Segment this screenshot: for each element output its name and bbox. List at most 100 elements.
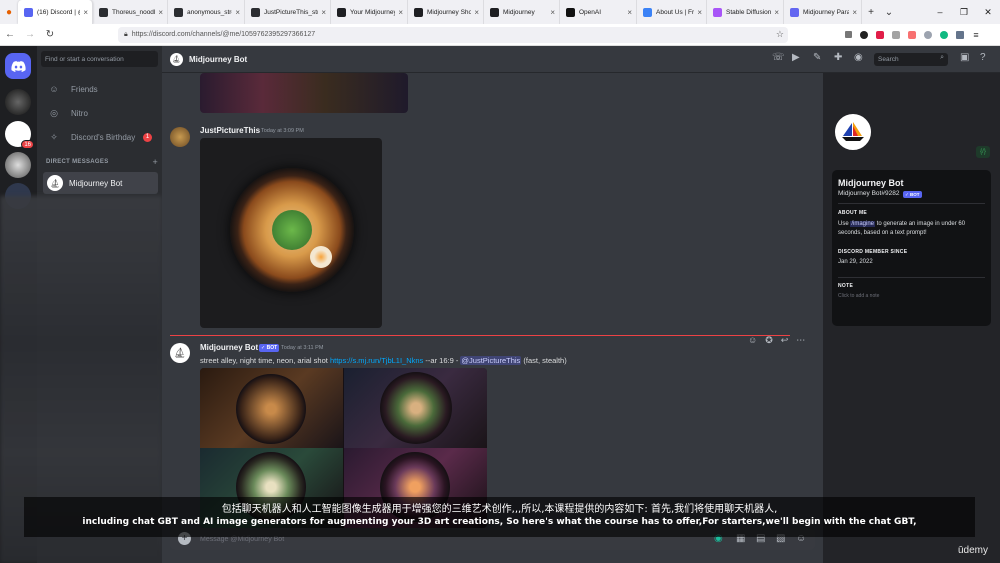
video-call-icon[interactable]: ▶ xyxy=(792,52,800,63)
message-author[interactable]: Midjourney Bot xyxy=(200,343,258,352)
image-detail xyxy=(236,374,306,444)
subtitle-chinese: 包括聊天机器人和人工智能图像生成器用于增强您的三维艺术创作,,,所以,本课程提供… xyxy=(221,504,778,515)
discord-home-button[interactable] xyxy=(5,53,31,79)
extension-icon[interactable] xyxy=(856,24,872,46)
user-mention[interactable]: @JustPictureThis xyxy=(460,356,522,365)
tab-close-icon[interactable]: × xyxy=(158,8,163,17)
tab-close-icon[interactable]: × xyxy=(774,8,779,17)
image-favicon-icon xyxy=(251,7,260,17)
add-friends-icon[interactable]: ✚ xyxy=(834,52,842,63)
tab-close-icon[interactable]: × xyxy=(398,8,403,17)
image-favicon-icon xyxy=(99,7,108,17)
browser-tab[interactable]: Midjourney × xyxy=(484,0,560,24)
tab-close-icon[interactable]: × xyxy=(321,8,326,17)
browser-tab-bar: ● (16) Discord | @ × Thoreus_noodle_bo ×… xyxy=(0,0,1000,24)
search-input[interactable]: Search ⌕ xyxy=(874,53,948,66)
notification-badge: 16 xyxy=(21,140,34,149)
note-input[interactable]: Click to add a note xyxy=(838,292,879,301)
user-profile-icon[interactable]: ◉ xyxy=(854,52,863,63)
create-dm-button[interactable]: + xyxy=(152,157,158,167)
note-heading: NOTE xyxy=(838,283,854,289)
sidebar-item-nitro[interactable]: ◎ Nitro xyxy=(43,102,158,124)
tab-close-icon[interactable]: × xyxy=(474,8,479,17)
avatar[interactable]: ⛵︎ xyxy=(170,343,190,363)
more-options-icon[interactable]: ⋯ xyxy=(796,335,805,346)
server-icon[interactable] xyxy=(5,152,31,178)
extension-icon[interactable] xyxy=(936,24,952,46)
tab-close-icon[interactable]: × xyxy=(235,8,240,17)
new-tab-button[interactable]: + xyxy=(862,0,880,24)
midjourney-favicon-icon xyxy=(337,7,346,17)
imagine-command[interactable]: /imagine xyxy=(850,221,876,227)
message-action-bar: ☺ ✪ ↩ ⋯ xyxy=(748,335,805,346)
firefox-menu-icon[interactable]: ≡ xyxy=(968,24,984,46)
extension-icon[interactable] xyxy=(920,24,936,46)
tab-close-icon[interactable]: × xyxy=(627,8,632,17)
tab-close-icon[interactable]: × xyxy=(852,8,857,17)
extension-icon[interactable] xyxy=(904,24,920,46)
minimize-button[interactable]: – xyxy=(928,0,952,24)
help-icon[interactable]: ? xyxy=(980,52,986,63)
maximize-button[interactable]: ❐ xyxy=(952,0,976,24)
slash-commands-badge[interactable]: {/} xyxy=(976,146,990,158)
reply-icon[interactable]: ↩ xyxy=(781,335,789,346)
inbox-icon[interactable]: ▣ xyxy=(960,52,969,63)
tab-close-icon[interactable]: × xyxy=(697,8,702,17)
browser-tab[interactable]: anonymous_street_a × xyxy=(168,0,245,24)
browser-tab[interactable]: Midjourney Para × xyxy=(784,0,862,24)
browser-tab[interactable]: Stable Diffusion × xyxy=(707,0,784,24)
grid-image xyxy=(200,368,343,448)
reload-button[interactable]: ↻ xyxy=(40,24,60,46)
browser-tab[interactable]: Midjourney Sho × xyxy=(408,0,484,24)
downloads-icon[interactable] xyxy=(840,24,856,46)
about-text-pre: Use xyxy=(838,221,851,227)
sidebar-item-friends[interactable]: ☺ Friends xyxy=(43,78,158,100)
tab-close-icon[interactable]: × xyxy=(550,8,555,17)
dm-search-input[interactable]: Find or start a conversation xyxy=(41,51,158,67)
message-author[interactable]: JustPictureThis xyxy=(200,126,260,135)
browser-tab[interactable]: About Us | Freep × xyxy=(637,0,707,24)
close-window-button[interactable]: ✕ xyxy=(976,0,1000,24)
extension-icon[interactable] xyxy=(952,24,968,46)
prompt-link[interactable]: https://s.mj.run/TjbL1I_Nkns xyxy=(330,356,423,365)
address-bar[interactable]: 🔒︎ https://discord.com/channels/@me/1059… xyxy=(118,26,788,43)
tab-title: Thoreus_noodle_bo xyxy=(112,8,155,16)
browser-tab[interactable]: (16) Discord | @ × xyxy=(18,0,93,24)
chat-area: ⛵︎ Midjourney Bot ☏ ▶ ✎ ✚ ◉ Search ⌕ ▣ ?… xyxy=(162,46,1000,563)
tab-list-button[interactable]: ⌄ xyxy=(880,0,898,24)
discord-logo-icon xyxy=(10,60,26,72)
pinned-messages-icon[interactable]: ✎ xyxy=(813,52,821,63)
sidebar-item-birthday[interactable]: ✧ Discord's Birthday 1 xyxy=(43,126,158,148)
divider xyxy=(838,277,985,278)
browser-tab[interactable]: Your Midjourney × xyxy=(331,0,408,24)
dm-item-midjourney-bot[interactable]: ⛵︎ Midjourney Bot xyxy=(43,172,158,194)
add-reaction-icon[interactable]: ☺ xyxy=(748,335,757,346)
new-messages-divider xyxy=(170,335,790,336)
subtitle-english: including chat GBT and AI image generato… xyxy=(82,517,917,527)
tab-close-icon[interactable]: × xyxy=(83,8,88,17)
back-button[interactable]: ← xyxy=(0,24,20,46)
freepik-favicon-icon xyxy=(643,7,652,17)
attachment-image[interactable] xyxy=(200,73,408,113)
avatar[interactable] xyxy=(170,127,190,147)
dm-item-label: Midjourney Bot xyxy=(69,178,123,188)
voice-call-icon[interactable]: ☏ xyxy=(772,52,785,63)
extension-icon[interactable] xyxy=(872,24,888,46)
prompt-params: --ar 16:9 - xyxy=(423,356,461,365)
attachment-image[interactable] xyxy=(200,138,382,328)
extension-icon[interactable] xyxy=(888,24,904,46)
browser-tab[interactable]: OpenAI × xyxy=(560,0,637,24)
server-icon[interactable] xyxy=(5,89,31,115)
avatar[interactable] xyxy=(832,111,874,153)
forward-button[interactable]: → xyxy=(20,24,40,46)
bookmark-star-icon[interactable]: ☆ xyxy=(776,29,784,40)
sidebar-item-label: Friends xyxy=(71,84,98,94)
server-icon[interactable]: 16 xyxy=(5,121,34,149)
browser-tab[interactable]: Thoreus_noodle_bo × xyxy=(93,0,168,24)
about-me-heading: ABOUT ME xyxy=(838,210,868,216)
friends-icon: ☺ xyxy=(49,84,59,94)
prompt-suffix: (fast, stealth) xyxy=(521,356,567,365)
browser-tab[interactable]: JustPictureThis_stree × xyxy=(245,0,331,24)
super-reaction-icon[interactable]: ✪ xyxy=(765,335,773,346)
firefox-menu-icon[interactable]: ● xyxy=(0,0,18,24)
